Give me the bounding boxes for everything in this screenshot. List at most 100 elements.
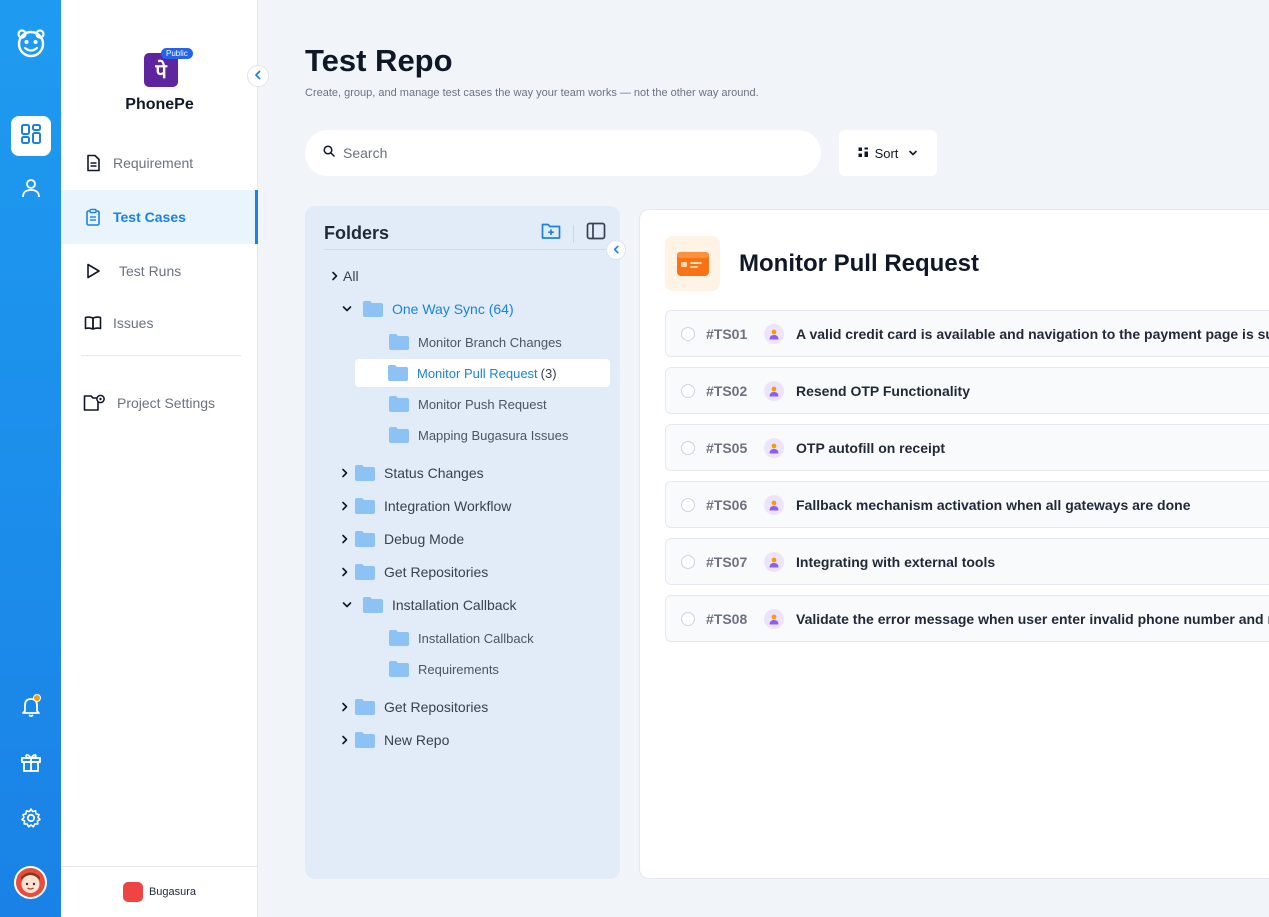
tree-item-installation-callback-sub[interactable]: Installation Callback [389, 625, 534, 651]
book-icon [83, 313, 103, 333]
tree-item-get-repositories-2[interactable]: Get Repositories [341, 694, 488, 720]
test-case-title: Integrating with external tools [796, 553, 996, 570]
panel-layout-icon[interactable] [586, 222, 606, 245]
bugasura-logo-icon[interactable] [14, 26, 48, 60]
tree-item-monitor-push[interactable]: Monitor Push Request [389, 391, 547, 417]
sidebar-divider [81, 355, 241, 356]
chevron-down-icon [908, 146, 918, 161]
tree-item-get-repositories[interactable]: Get Repositories [341, 559, 488, 585]
tree-item-debug-mode[interactable]: Debug Mode [341, 526, 464, 552]
bugasura-mini-logo-icon [122, 882, 143, 902]
select-radio[interactable] [681, 497, 695, 512]
test-case-row[interactable]: #TS07 Integrating with external tools [665, 538, 1269, 585]
search-input[interactable] [343, 145, 783, 161]
user-icon [20, 177, 42, 204]
test-case-id: #TS08 [706, 610, 748, 627]
sort-button[interactable]: Sort [839, 130, 937, 176]
test-case-title: Validate the error message when user ent… [796, 610, 1269, 627]
select-radio[interactable] [681, 326, 695, 341]
test-case-row[interactable]: #TS01 A valid credit card is available a… [665, 310, 1269, 357]
tree-item-label: Status Changes [384, 465, 484, 481]
chevron-right-icon [331, 271, 339, 281]
folders-collapse-button[interactable] [606, 240, 626, 260]
app-rail [0, 0, 61, 917]
test-case-title: Fallback mechanism activation when all g… [796, 496, 1191, 513]
chevron-right-icon [341, 501, 349, 511]
assignee-avatar-icon [764, 551, 784, 572]
sidebar-collapse-button[interactable] [247, 65, 269, 87]
sort-icon [858, 146, 869, 161]
test-case-row[interactable]: #TS08 Validate the error message when us… [665, 595, 1269, 642]
folder-card-icon [665, 236, 720, 291]
tree-item-label: All [343, 268, 359, 284]
gift-icon [20, 751, 42, 778]
tree-item-monitor-branch[interactable]: Monitor Branch Changes [389, 329, 562, 355]
tree-item-label: Installation Callback [418, 630, 534, 646]
tree-item-label: Debug Mode [384, 531, 465, 547]
tree-item-requirements[interactable]: Requirements [389, 656, 499, 682]
gift-button[interactable] [11, 744, 51, 784]
tree-item-one-way-sync[interactable]: One Way Sync (64) [341, 296, 514, 322]
folders-title: Folders [324, 223, 390, 243]
test-case-row[interactable]: #TS05 OTP autofill on receipt [665, 424, 1269, 471]
test-case-row[interactable]: #TS06 Fallback mechanism activation when… [665, 481, 1269, 528]
page-title: Test Repo [305, 43, 453, 78]
clipboard-icon [83, 207, 103, 227]
folder-icon [355, 732, 375, 748]
tree-item-label: Requirements [418, 661, 499, 677]
folder-icon [388, 365, 408, 381]
user-avatar[interactable] [14, 866, 47, 899]
tree-item-label: Monitor Pull Request [417, 365, 538, 381]
folder-icon [355, 531, 375, 547]
sidebar-item-requirement[interactable]: Requirement [61, 137, 258, 189]
sidebar-item-project-settings[interactable]: Project Settings [61, 377, 258, 429]
test-case-row[interactable]: #TS02 Resend OTP Functionality [665, 367, 1269, 414]
tree-item-all[interactable]: All [331, 263, 359, 289]
chevron-right-icon [341, 534, 349, 544]
sort-label: Sort [874, 145, 899, 161]
tree-item-count: (3) [540, 365, 557, 381]
chevron-right-icon [341, 702, 349, 712]
dashboard-nav-button[interactable] [11, 116, 51, 156]
dashboard-icon [20, 123, 42, 150]
sidebar-item-test-cases[interactable]: Test Cases [61, 190, 258, 244]
sidebar-footer: Bugasura [61, 866, 258, 917]
sidebar-item-issues[interactable]: Issues [61, 297, 258, 349]
tree-item-status-changes[interactable]: Status Changes [341, 460, 484, 486]
tree-item-new-repo[interactable]: New Repo [341, 727, 449, 753]
chevron-right-icon [341, 735, 349, 745]
bell-icon [19, 693, 43, 723]
chevron-down-icon [341, 601, 353, 609]
assignee-avatar-icon [764, 323, 784, 344]
select-radio[interactable] [681, 440, 695, 455]
select-radio[interactable] [681, 383, 695, 398]
sidebar-item-label: Issues [113, 315, 154, 331]
folder-icon [389, 661, 409, 677]
brand-logo-glyph: पे [155, 60, 167, 83]
tree-item-monitor-pull-request[interactable]: Monitor Pull Request (3) [355, 359, 610, 387]
folders-panel: Folders All One Way Sync (64) Monitor Br… [305, 206, 620, 879]
tree-item-installation-callback[interactable]: Installation Callback [341, 592, 517, 618]
tree-item-label: New Repo [384, 732, 450, 748]
search-icon [323, 144, 335, 162]
add-folder-icon[interactable] [541, 222, 561, 245]
folder-gear-icon [83, 393, 107, 413]
select-radio[interactable] [681, 554, 695, 569]
sidebar-item-test-runs[interactable]: Test Runs [61, 245, 258, 297]
play-icon [83, 261, 103, 281]
notifications-button[interactable] [11, 688, 51, 728]
settings-button[interactable] [11, 800, 51, 840]
tree-item-label: One Way Sync (64) [392, 301, 514, 317]
folder-icon [355, 564, 375, 580]
test-case-id: #TS01 [706, 325, 748, 342]
search-bar [305, 130, 821, 176]
user-nav-button[interactable] [11, 170, 51, 210]
sidebar-item-label: Requirement [113, 155, 194, 171]
select-radio[interactable] [681, 611, 695, 626]
tree-item-label: Monitor Push Request [418, 396, 547, 412]
gear-icon [20, 807, 42, 834]
test-case-title: OTP autofill on receipt [796, 439, 946, 456]
tree-item-integration-workflow[interactable]: Integration Workflow [341, 493, 511, 519]
tree-item-mapping-bugasura[interactable]: Mapping Bugasura Issues [389, 422, 568, 448]
chevron-left-icon [253, 67, 263, 85]
